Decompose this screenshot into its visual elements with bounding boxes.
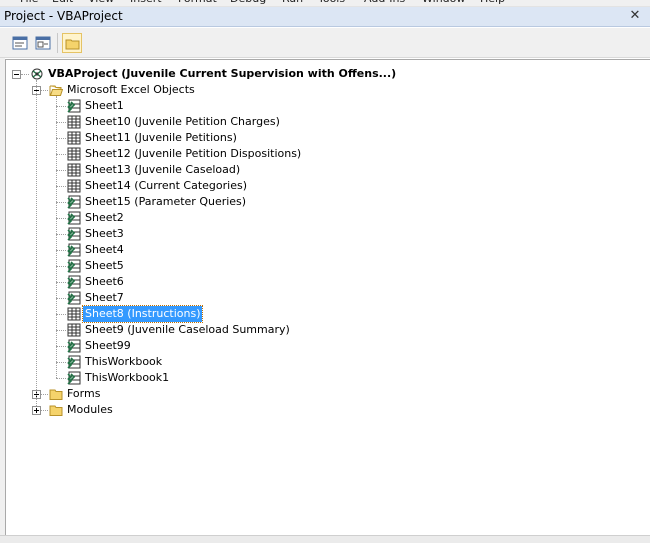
tree-item-sheet11-juvenile-petitions[interactable]: Sheet11 (Juvenile Petitions) (6, 130, 646, 146)
tree-item-label: Sheet99 (85, 339, 131, 352)
tree-item-sheet6[interactable]: Sheet6 (6, 274, 646, 290)
sheet-hidden-icon (67, 99, 81, 113)
sheet-icon (67, 115, 81, 129)
tree-item-sheet13-juvenile-caseload[interactable]: Sheet13 (Juvenile Caseload) (6, 162, 646, 178)
menu-bar: File Edit View Insert Format Debug Run Tools Add… (0, 0, 650, 7)
tree-item-sheet3[interactable]: Sheet3 (6, 226, 646, 242)
tree-item-sheet1[interactable]: Sheet1 (6, 98, 646, 114)
menu-item-insert[interactable]: Insert (130, 0, 162, 5)
sheet-icon (67, 323, 81, 337)
sheet-hidden-icon (67, 195, 81, 209)
folder-icon (65, 39, 80, 50)
tree-item-label: Sheet2 (85, 211, 124, 224)
tree-item-sheet14-current-categories[interactable]: Sheet14 (Current Categories) (6, 178, 646, 194)
menu-item-run[interactable]: Run (282, 0, 303, 5)
sheet-icon (67, 307, 81, 321)
sheet-icon (67, 147, 81, 161)
tree-item-label: Sheet4 (85, 243, 124, 256)
tree-item-label: Sheet15 (Parameter Queries) (85, 195, 247, 208)
tree-item-thisworkbook[interactable]: ThisWorkbook (6, 354, 646, 370)
tree-item-label: Sheet9 (Juvenile Caseload Summary) (85, 323, 290, 336)
sheet-hidden-icon (67, 211, 81, 225)
tree-item-sheet10-juvenile-petition-charges[interactable]: Sheet10 (Juvenile Petition Charges) (6, 114, 646, 130)
project-explorer-toolbar (0, 28, 650, 58)
toolbar-separator (57, 33, 58, 53)
menu-item-view[interactable]: View (88, 0, 114, 5)
tree-item-label: Sheet13 (Juvenile Caseload) (85, 163, 241, 176)
window-title: Project - VBAProject (4, 9, 123, 23)
tree-item-label: Sheet8 (Instructions) (81, 305, 204, 323)
sheet-hidden-icon (67, 227, 81, 241)
tree-item-sheet12-juvenile-petition-dispositions[interactable]: Sheet12 (Juvenile Petition Dispositions) (6, 146, 646, 162)
bottom-scroll-edge (0, 535, 650, 543)
tree-item-sheet4[interactable]: Sheet4 (6, 242, 646, 258)
project-tree[interactable]: VBAProject (Juvenile Current Supervision… (5, 59, 650, 535)
toggle-folders-button[interactable] (62, 33, 82, 53)
folder-icon (49, 403, 63, 417)
tree-item-sheet2[interactable]: Sheet2 (6, 210, 646, 226)
menu-item-format[interactable]: Format (178, 0, 217, 5)
tree-item-sheet5[interactable]: Sheet5 (6, 258, 646, 274)
tree-folder-modules[interactable]: Modules (6, 402, 646, 418)
project-explorer-titlebar: Project - VBAProject ✕ (0, 7, 650, 27)
form-view-icon (35, 36, 51, 50)
tree-item-label: Microsoft Excel Objects (67, 83, 195, 96)
tree-item-label: Sheet6 (85, 275, 124, 288)
tree-item-label: Modules (67, 403, 113, 416)
tree-item-label: Sheet11 (Juvenile Petitions) (85, 131, 237, 144)
menu-item-tools[interactable]: Tools (318, 0, 345, 5)
tree-item-sheet7[interactable]: Sheet7 (6, 290, 646, 306)
folder-open-icon (49, 83, 64, 97)
tree-folder-excel-objects[interactable]: Microsoft Excel Objects (6, 82, 646, 98)
close-icon[interactable]: ✕ (626, 8, 644, 24)
menu-item-edit[interactable]: Edit (52, 0, 73, 5)
tree-item-label: Sheet3 (85, 227, 124, 240)
tree-item-sheet99[interactable]: Sheet99 (6, 338, 646, 354)
tree-folder-forms[interactable]: Forms (6, 386, 646, 402)
tree-item-label: Sheet14 (Current Categories) (85, 179, 247, 192)
tree-item-label: Sheet12 (Juvenile Petition Dispositions) (85, 147, 302, 160)
menu-item-help[interactable]: Help (480, 0, 505, 5)
tree-item-label: Sheet1 (85, 99, 124, 112)
view-object-button[interactable] (33, 33, 53, 53)
sheet-hidden-icon (67, 371, 81, 385)
tree-item-label: Forms (67, 387, 101, 400)
tree-connector-vertical (36, 80, 37, 406)
menu-item-window[interactable]: Window (422, 0, 465, 5)
tree-item-sheet9-juvenile-caseload-summary[interactable]: Sheet9 (Juvenile Caseload Summary) (6, 322, 646, 338)
tree-item-label: ThisWorkbook (85, 355, 163, 368)
sheet-icon (67, 163, 81, 177)
sheet-hidden-icon (67, 243, 81, 257)
tree-root-vbaproject[interactable]: VBAProject (Juvenile Current Supervision… (6, 66, 646, 82)
tree-item-sheet15-parameter-queries[interactable]: Sheet15 (Parameter Queries) (6, 194, 646, 210)
tree-connector-vertical (56, 96, 57, 378)
tree-item-label: Sheet7 (85, 291, 124, 304)
view-code-button[interactable] (10, 33, 30, 53)
tree-item-label: Sheet5 (85, 259, 124, 272)
tree-item-label: ThisWorkbook1 (85, 371, 170, 384)
menu-item-debug[interactable]: Debug (230, 0, 266, 5)
sheet-hidden-icon (67, 259, 81, 273)
sheet-icon (67, 179, 81, 193)
tree-item-thisworkbook1[interactable]: ThisWorkbook1 (6, 370, 646, 386)
sheet-hidden-icon (67, 355, 81, 369)
tree-item-label: Sheet10 (Juvenile Petition Charges) (85, 115, 280, 128)
code-view-icon (12, 36, 28, 50)
menu-item-add-ins[interactable]: Add-Ins (364, 0, 405, 5)
folder-icon (49, 387, 63, 401)
sheet-hidden-icon (67, 291, 81, 305)
tree-item-label: VBAProject (Juvenile Current Supervision… (48, 67, 397, 80)
vba-project-icon (30, 67, 44, 81)
tree-item-sheet8-instructions[interactable]: Sheet8 (Instructions) (6, 305, 646, 323)
sheet-hidden-icon (67, 339, 81, 353)
sheet-hidden-icon (67, 275, 81, 289)
sheet-icon (67, 131, 81, 145)
menu-item-file[interactable]: File (20, 0, 38, 5)
